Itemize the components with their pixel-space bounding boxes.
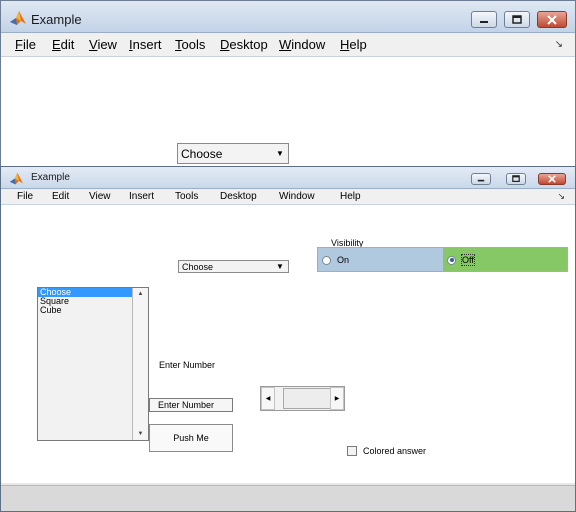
maximize-icon: [512, 14, 522, 24]
checkbox-icon: [347, 446, 357, 456]
status-strip: [1, 485, 575, 511]
menu-file[interactable]: File: [15, 37, 36, 52]
menu-insert[interactable]: Insert: [129, 37, 162, 52]
list-item[interactable]: Cube: [38, 306, 132, 315]
operation-listbox[interactable]: Choose Square Cube ▲ ▼: [37, 287, 149, 441]
choose-popup[interactable]: Choose ▼: [178, 260, 289, 273]
scroll-down-icon[interactable]: ▼: [133, 428, 148, 440]
enter-number-label: Enter Number: [159, 360, 216, 370]
radio-on-icon: [322, 255, 331, 265]
maximize-button[interactable]: [504, 11, 530, 28]
minimize-icon: [480, 20, 488, 23]
close-button[interactable]: [537, 11, 567, 28]
maximize-button[interactable]: [506, 173, 526, 185]
matlab-logo-icon[interactable]: [9, 171, 24, 186]
menu-desktop[interactable]: Desktop: [220, 37, 268, 52]
menu-view[interactable]: View: [89, 191, 111, 202]
maximize-icon: [512, 175, 520, 182]
menu-help[interactable]: Help: [340, 37, 367, 52]
figure-canvas: Choose ▼ Visibility On Off Choose Square: [1, 205, 575, 483]
slider-thumb[interactable]: [283, 388, 333, 409]
chevron-down-icon: ▼: [276, 262, 284, 271]
menu-insert[interactable]: Insert: [129, 191, 154, 202]
radio-selected-icon: [447, 255, 456, 265]
enter-number-field-value: Enter Number: [158, 400, 215, 410]
minimize-button[interactable]: [471, 11, 497, 28]
menu-view[interactable]: View: [89, 37, 117, 52]
number-slider[interactable]: ◀ ▶: [260, 386, 345, 411]
matlab-logo-icon[interactable]: [9, 9, 27, 27]
window-title: Example: [31, 12, 82, 27]
listbox-scrollbar[interactable]: ▲ ▼: [132, 288, 148, 440]
popup-value: Choose: [181, 146, 223, 161]
choose-popup[interactable]: Choose ▼: [177, 143, 289, 164]
scroll-up-icon[interactable]: ▲: [133, 288, 148, 300]
popup-value: Choose: [182, 261, 214, 272]
menu-edit[interactable]: Edit: [52, 191, 69, 202]
minimize-icon: [477, 179, 485, 182]
window-title: Example: [31, 172, 70, 183]
visibility-option-off[interactable]: Off: [443, 248, 567, 271]
menu-bar: File Edit View Insert Tools Desktop Wind…: [1, 33, 575, 57]
menu-help[interactable]: Help: [340, 191, 361, 202]
menu-edit[interactable]: Edit: [52, 37, 74, 52]
figure-window-top: Example File Edit View Insert Tools Desk…: [0, 0, 576, 168]
slider-left-icon[interactable]: ◀: [261, 387, 275, 410]
menu-desktop[interactable]: Desktop: [220, 191, 257, 202]
menu-bar: File Edit View Insert Tools Desktop Wind…: [1, 189, 575, 205]
radio-on: On: [322, 255, 349, 265]
colored-answer-checkbox[interactable]: Colored answer: [347, 446, 426, 456]
radio-off: Off: [447, 254, 475, 266]
close-icon: [548, 175, 556, 183]
dock-arrow-icon[interactable]: ↘: [557, 191, 565, 202]
enter-number-field[interactable]: Enter Number: [149, 398, 233, 412]
close-icon: [547, 14, 557, 25]
push-me-button[interactable]: Push Me: [149, 424, 233, 452]
checkbox-label: Colored answer: [363, 446, 427, 456]
radio-on-label: On: [337, 255, 350, 265]
dock-arrow-icon[interactable]: ↘: [555, 39, 563, 50]
menu-tools[interactable]: Tools: [175, 191, 198, 202]
title-bar[interactable]: Example: [1, 167, 575, 189]
figure-canvas: Choose ▼: [1, 57, 575, 167]
minimize-button[interactable]: [471, 173, 491, 185]
figure-window-bottom: Example File Edit View Insert Tools Desk…: [0, 166, 576, 512]
close-button[interactable]: [538, 173, 566, 185]
radio-off-label: Off: [461, 254, 475, 266]
visibility-button-group: On Off: [317, 247, 568, 272]
chevron-down-icon: ▼: [276, 149, 284, 158]
menu-window[interactable]: Window: [279, 37, 325, 52]
slider-right-icon[interactable]: ▶: [330, 387, 344, 410]
title-bar[interactable]: Example: [1, 1, 575, 33]
menu-file[interactable]: File: [17, 191, 33, 202]
visibility-option-on[interactable]: On: [318, 248, 443, 271]
menu-tools[interactable]: Tools: [175, 37, 205, 52]
menu-window[interactable]: Window: [279, 191, 315, 202]
push-me-label: Push Me: [173, 433, 209, 443]
